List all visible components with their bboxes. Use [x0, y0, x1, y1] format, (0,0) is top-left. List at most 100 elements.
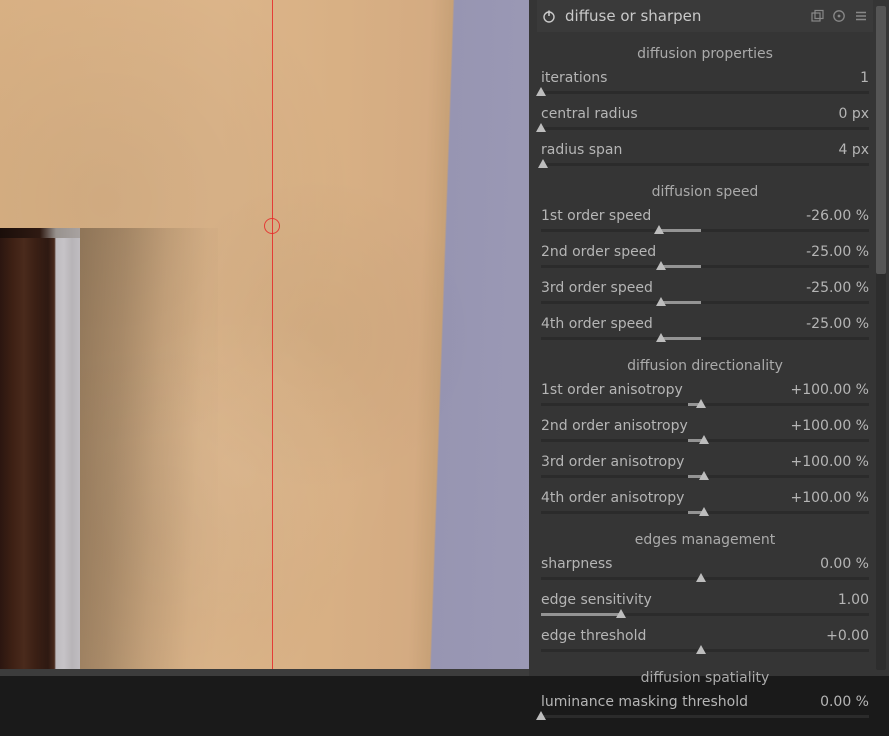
slider-thumb[interactable] — [616, 609, 626, 618]
slider-thumb[interactable] — [656, 333, 666, 342]
param-radius-span-slider[interactable] — [541, 160, 869, 172]
param-1st-order-anisotropy-value[interactable]: +100.00 % — [791, 380, 869, 400]
slider-thumb[interactable] — [696, 399, 706, 408]
param-4th-order-speed-value[interactable]: -25.00 % — [806, 314, 869, 334]
multi-instance-icon[interactable] — [809, 8, 825, 24]
slider-track — [541, 91, 869, 94]
param-edge-sensitivity: edge sensitivity 1.00 — [539, 590, 871, 626]
reset-icon[interactable] — [831, 8, 847, 24]
param-central-radius-value[interactable]: 0 px — [838, 104, 869, 124]
param-iterations-value[interactable]: 1 — [860, 68, 869, 88]
param-luminance-masking-threshold-slider[interactable] — [541, 712, 869, 724]
param-sharpness-slider[interactable] — [541, 574, 869, 586]
param-3rd-order-anisotropy-value[interactable]: +100.00 % — [791, 452, 869, 472]
slider-thumb[interactable] — [696, 645, 706, 654]
slider-track — [541, 301, 869, 304]
param-luminance-masking-threshold-value[interactable]: 0.00 % — [820, 692, 869, 712]
scrollbar-thumb[interactable] — [876, 6, 886, 274]
param-3rd-order-anisotropy-label: 3rd order anisotropy — [541, 452, 684, 472]
guide-line — [272, 0, 273, 669]
param-2nd-order-speed-value[interactable]: -25.00 % — [806, 242, 869, 262]
guide-circle — [264, 218, 280, 234]
param-edge-sensitivity-slider[interactable] — [541, 610, 869, 622]
param-edge-threshold-slider[interactable] — [541, 646, 869, 658]
param-3rd-order-anisotropy: 3rd order anisotropy +100.00 % — [539, 452, 871, 488]
param-iterations-slider[interactable] — [541, 88, 869, 100]
section-diffusion-speed: diffusion speed — [539, 176, 871, 206]
param-3rd-order-speed-slider[interactable] — [541, 298, 869, 310]
param-2nd-order-anisotropy: 2nd order anisotropy +100.00 % — [539, 416, 871, 452]
param-1st-order-anisotropy-label: 1st order anisotropy — [541, 380, 683, 400]
param-1st-order-speed-value[interactable]: -26.00 % — [806, 206, 869, 226]
slider-fill — [661, 301, 701, 304]
param-sharpness-label: sharpness — [541, 554, 612, 574]
slider-thumb[interactable] — [656, 261, 666, 270]
preview-wood-top — [0, 228, 80, 238]
slider-fill — [661, 265, 701, 268]
param-radius-span: radius span 4 px — [539, 140, 871, 176]
power-icon[interactable] — [541, 8, 557, 24]
param-sharpness: sharpness 0.00 % — [539, 554, 871, 590]
slider-thumb[interactable] — [536, 711, 546, 720]
slider-thumb[interactable] — [536, 123, 546, 132]
param-4th-order-anisotropy: 4th order anisotropy +100.00 % — [539, 488, 871, 524]
param-2nd-order-anisotropy-slider[interactable] — [541, 436, 869, 448]
param-3rd-order-speed-value[interactable]: -25.00 % — [806, 278, 869, 298]
param-2nd-order-speed-slider[interactable] — [541, 262, 869, 274]
slider-thumb[interactable] — [538, 159, 548, 168]
param-1st-order-speed: 1st order speed -26.00 % — [539, 206, 871, 242]
slider-thumb[interactable] — [656, 297, 666, 306]
param-2nd-order-anisotropy-label: 2nd order anisotropy — [541, 416, 688, 436]
param-4th-order-speed-slider[interactable] — [541, 334, 869, 346]
slider-thumb[interactable] — [699, 507, 709, 516]
slider-thumb[interactable] — [699, 471, 709, 480]
image-preview[interactable] — [0, 0, 529, 669]
preview-wood — [0, 234, 80, 669]
param-radius-span-label: radius span — [541, 140, 622, 160]
section-diffusion-properties: diffusion properties — [539, 32, 871, 68]
param-central-radius-label: central radius — [541, 104, 638, 124]
param-edge-threshold-value[interactable]: +0.00 — [826, 626, 869, 646]
section-edges-management: edges management — [539, 524, 871, 554]
param-1st-order-anisotropy: 1st order anisotropy +100.00 % — [539, 380, 871, 416]
param-4th-order-speed-label: 4th order speed — [541, 314, 653, 334]
slider-track — [541, 163, 869, 166]
slider-thumb[interactable] — [696, 573, 706, 582]
param-edge-sensitivity-label: edge sensitivity — [541, 590, 652, 610]
section-diffusion-directionality: diffusion directionality — [539, 350, 871, 380]
module-panel: diffuse or sharpen diffusion properties … — [529, 0, 889, 676]
param-3rd-order-speed-label: 3rd order speed — [541, 278, 653, 298]
param-4th-order-anisotropy-value[interactable]: +100.00 % — [791, 488, 869, 508]
param-edge-sensitivity-value[interactable]: 1.00 — [838, 590, 869, 610]
module-header[interactable]: diffuse or sharpen — [537, 0, 873, 32]
param-central-radius: central radius 0 px — [539, 104, 871, 140]
param-sharpness-value[interactable]: 0.00 % — [820, 554, 869, 574]
param-3rd-order-anisotropy-slider[interactable] — [541, 472, 869, 484]
param-central-radius-slider[interactable] — [541, 124, 869, 136]
param-2nd-order-speed: 2nd order speed -25.00 % — [539, 242, 871, 278]
param-2nd-order-speed-label: 2nd order speed — [541, 242, 656, 262]
section-diffusion-spatiality: diffusion spatiality — [539, 662, 871, 692]
param-iterations-label: iterations — [541, 68, 607, 88]
slider-thumb[interactable] — [654, 225, 664, 234]
slider-track — [541, 265, 869, 268]
param-luminance-masking-threshold: luminance masking threshold 0.00 % — [539, 692, 871, 728]
param-edge-threshold-label: edge threshold — [541, 626, 646, 646]
param-radius-span-value[interactable]: 4 px — [838, 140, 869, 160]
slider-thumb[interactable] — [699, 435, 709, 444]
param-1st-order-speed-slider[interactable] — [541, 226, 869, 238]
param-1st-order-speed-label: 1st order speed — [541, 206, 651, 226]
slider-thumb[interactable] — [536, 87, 546, 96]
presets-icon[interactable] — [853, 8, 869, 24]
slider-track — [541, 127, 869, 130]
param-2nd-order-anisotropy-value[interactable]: +100.00 % — [791, 416, 869, 436]
panel-scrollbar[interactable] — [873, 0, 889, 676]
slider-fill — [659, 229, 701, 232]
slider-fill — [541, 613, 621, 616]
preview-shadow — [78, 228, 218, 669]
param-4th-order-anisotropy-slider[interactable] — [541, 508, 869, 520]
module-title: diffuse or sharpen — [565, 7, 809, 25]
param-1st-order-anisotropy-slider[interactable] — [541, 400, 869, 412]
param-4th-order-anisotropy-label: 4th order anisotropy — [541, 488, 684, 508]
param-iterations: iterations 1 — [539, 68, 871, 104]
